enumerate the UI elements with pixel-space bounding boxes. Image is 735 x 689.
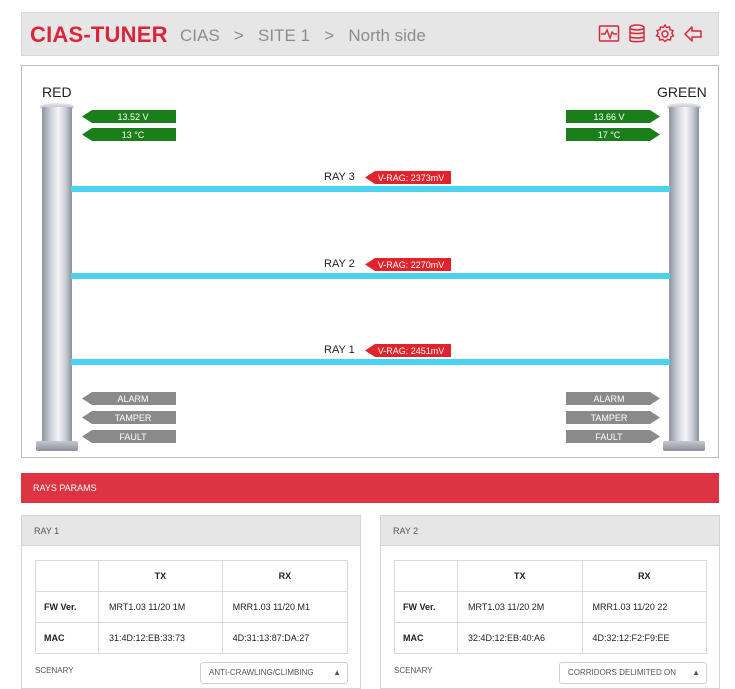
ray-1-panel: RAY 1 TX RX FW Ver. MRT1.03 11/20 1M MRR…	[21, 515, 361, 689]
barrier-scene: RED 13.52 V 13 °C ALARM TAMPER FAULT GRE…	[21, 65, 719, 458]
gear-icon[interactable]	[654, 23, 676, 45]
breadcrumb-separator: >	[324, 26, 335, 45]
ray-2-panel: RAY 2 TX RX FW Ver. MRT1.03 11/20 2M MRR…	[380, 515, 720, 689]
chevron-down-icon: ▲	[333, 668, 341, 677]
tx-column-header: TX	[457, 560, 583, 592]
tx-column-header: TX	[98, 560, 223, 592]
mac-row-label: MAC	[35, 622, 99, 654]
left-pole-label: RED	[42, 84, 72, 100]
table-row: MAC 32:4D:12:EB:40:A6 4D:32:12:F2:F9:EE	[394, 622, 707, 654]
header-bar: CIAS-TUNER CIAS > SITE 1 > North side	[21, 12, 719, 56]
ray-1-beam[interactable]	[71, 359, 670, 365]
app-title: CIAS-TUNER	[30, 22, 168, 47]
header-toolbar	[598, 23, 704, 45]
ray-3-beam[interactable]	[71, 186, 670, 192]
ray-1-vrag-badge: V-RAG: 2451mV	[365, 344, 451, 357]
database-icon[interactable]	[626, 23, 648, 45]
breadcrumb-item-cias[interactable]: CIAS	[180, 26, 220, 45]
fw-rx-value: MRR1.03 11/20 22	[581, 591, 707, 623]
mac-rx-value: 4D:32:12:F2:F9:EE	[581, 622, 707, 654]
scenary-select-value: CORRIDORS DELIMITED ON	[568, 668, 677, 677]
fw-tx-value: MRT1.03 11/20 2M	[457, 591, 583, 623]
table-corner-cell	[35, 560, 99, 592]
right-voltage-badge: 13.66 V	[566, 110, 660, 123]
right-fault-badge: FAULT	[566, 430, 660, 443]
fw-tx-value: MRT1.03 11/20 1M	[98, 591, 223, 623]
scenary-select-value: ANTI-CRAWLING/CLIMBING	[209, 668, 314, 677]
page: CIAS-TUNER CIAS > SITE 1 > North side RE…	[0, 0, 735, 689]
scenary-select[interactable]: ANTI-CRAWLING/CLIMBING ▲	[200, 662, 348, 684]
ray-2-vrag-badge: V-RAG: 2270mV	[365, 258, 451, 271]
left-voltage-badge: 13.52 V	[82, 110, 176, 123]
fw-rx-value: MRR1.03 11/20 M1	[221, 591, 349, 623]
back-arrow-icon[interactable]	[682, 23, 704, 45]
right-pole-label: GREEN	[657, 84, 707, 100]
ray-2-label: RAY 2	[324, 258, 355, 270]
chevron-down-icon: ▲	[692, 668, 700, 677]
fw-version-row-label: FW Ver.	[35, 591, 99, 623]
ray-1-panel-title: RAY 1	[22, 516, 360, 546]
scenary-label: SCENARY	[35, 666, 74, 675]
right-temperature-badge: 17 °C	[566, 128, 660, 141]
mac-row-label: MAC	[394, 622, 458, 654]
scenary-select[interactable]: CORRIDORS DELIMITED ON ▲	[559, 662, 707, 684]
right-pole-base	[663, 441, 705, 451]
ray-3-vrag-badge: V-RAG: 2373mV	[365, 171, 451, 184]
rx-column-header: RX	[581, 560, 707, 592]
ray-2-info-table: TX RX FW Ver. MRT1.03 11/20 2M MRR1.03 1…	[394, 560, 707, 654]
table-header-row: TX RX	[35, 560, 349, 592]
left-pole-base	[36, 441, 78, 451]
left-fault-badge: FAULT	[82, 430, 176, 443]
breadcrumb-item-current: North side	[348, 26, 426, 45]
right-alarm-badge: ALARM	[566, 392, 660, 405]
left-alarm-badge: ALARM	[82, 392, 176, 405]
ray-3-label: RAY 3	[324, 171, 355, 183]
table-header-row: TX RX	[394, 560, 707, 592]
rx-column-header: RX	[221, 560, 349, 592]
fw-version-row-label: FW Ver.	[394, 591, 458, 623]
breadcrumb-item-site[interactable]: SITE 1	[258, 26, 310, 45]
scenary-label: SCENARY	[394, 666, 433, 675]
left-pole	[42, 107, 72, 444]
table-row: FW Ver. MRT1.03 11/20 2M MRR1.03 11/20 2…	[394, 591, 707, 623]
left-temperature-badge: 13 °C	[82, 128, 176, 141]
table-corner-cell	[394, 560, 458, 592]
ray-1-info-table: TX RX FW Ver. MRT1.03 11/20 1M MRR1.03 1…	[35, 560, 349, 654]
table-row: MAC 31:4D:12:EB:33:73 4D:31:13:87:DA:27	[35, 622, 349, 654]
breadcrumb-separator: >	[233, 26, 244, 45]
right-pole	[669, 107, 699, 444]
ray-2-panel-title: RAY 2	[381, 516, 719, 546]
left-tamper-badge: TAMPER	[82, 411, 176, 424]
ray-2-beam[interactable]	[71, 273, 670, 279]
right-tamper-badge: TAMPER	[566, 411, 660, 424]
table-row: FW Ver. MRT1.03 11/20 1M MRR1.03 11/20 M…	[35, 591, 349, 623]
mac-rx-value: 4D:31:13:87:DA:27	[221, 622, 349, 654]
breadcrumb: CIAS > SITE 1 > North side	[180, 26, 426, 46]
rays-params-header: RAYS PARAMS	[21, 473, 719, 503]
monitor-icon[interactable]	[598, 23, 620, 45]
mac-tx-value: 31:4D:12:EB:33:73	[98, 622, 223, 654]
ray-1-label: RAY 1	[324, 344, 355, 356]
mac-tx-value: 32:4D:12:EB:40:A6	[457, 622, 583, 654]
